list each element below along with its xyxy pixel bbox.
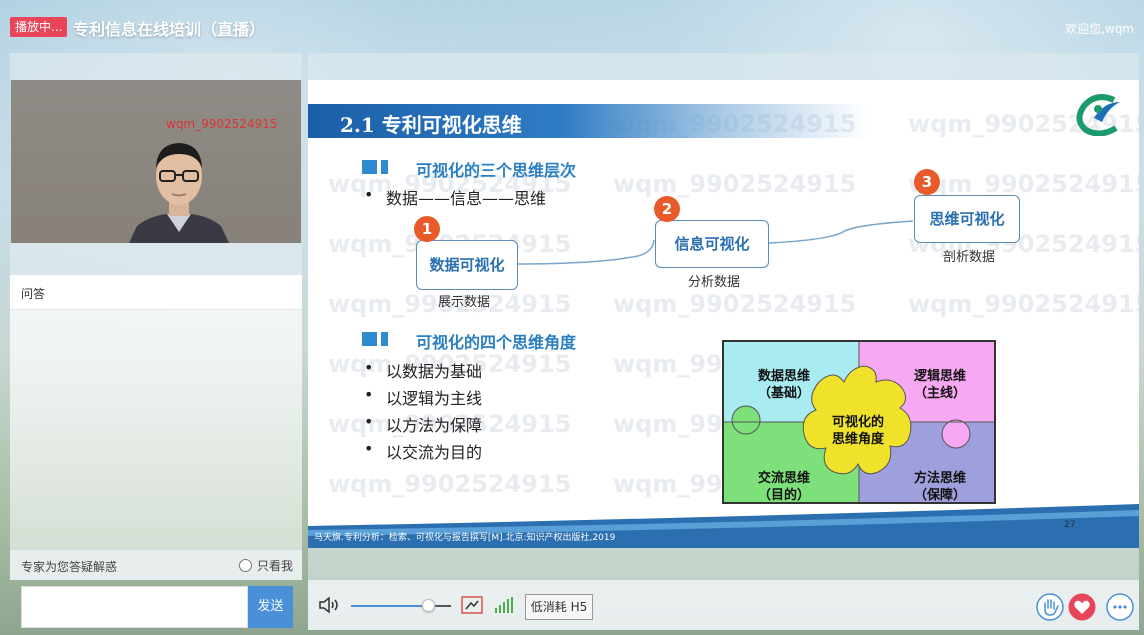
- live-status-badge: 播放中...: [10, 17, 68, 37]
- volume-slider-handle[interactable]: [422, 599, 435, 612]
- left-panel: wqm_9902524915 问答 专家为您答疑解惑 只看我 发送: [10, 53, 302, 630]
- qa-footer-bar: 专家为您答疑解惑 只看我: [10, 550, 302, 580]
- puzzle-bottom-left-title: 交流思维: [757, 471, 810, 486]
- slide-bottom-spacer: [308, 548, 1139, 580]
- player-control-bar: 低消耗 H5: [308, 580, 1139, 630]
- panel-spacer: [10, 53, 302, 80]
- flow-caption: 剖析数据: [943, 250, 996, 265]
- qa-tab-label: 问答: [21, 287, 46, 301]
- only-me-checkbox[interactable]: [238, 559, 252, 572]
- step-number-badge: 2: [654, 196, 680, 222]
- like-heart-icon[interactable]: [1068, 593, 1096, 621]
- puzzle-top-right-title: 逻辑思维: [913, 369, 966, 384]
- qa-tab[interactable]: 问答: [10, 275, 302, 310]
- puzzle-top-right-sub: （主线）: [913, 386, 966, 401]
- puzzle-center-sub: 思维角度: [831, 432, 884, 447]
- puzzle-bottom-right-title: 方法思维: [913, 471, 966, 486]
- slide-top-spacer: [308, 53, 1139, 80]
- flow-node-thinking-visualization: 思维可视化: [914, 195, 1020, 243]
- section-2-bullet: 以逻辑为主线: [364, 385, 482, 409]
- section-2-bullet: 以数据为基础: [364, 358, 482, 382]
- slide-page-number: 27: [1064, 520, 1076, 530]
- flow-node-information-visualization: 信息可视化: [655, 220, 769, 268]
- flow-node-data-visualization: 数据可视化: [416, 240, 518, 290]
- puzzle-center-title: 可视化的: [831, 415, 884, 430]
- screen-share-icon[interactable]: [461, 596, 483, 614]
- signal-icon: [495, 597, 513, 613]
- puzzle-top-left-sub: （基础）: [757, 386, 810, 401]
- slide-citation: 马天旗.专利分析：检索、可视化与报告撰写[M].北京:知识产权出版社,2019: [314, 533, 616, 543]
- expert-label: 专家为您答疑解惑: [21, 560, 118, 574]
- only-me-toggle[interactable]: 只看我: [238, 557, 293, 574]
- top-header: 播放中... 专利信息在线培训（直播） 欢迎您,wqm: [0, 0, 1144, 52]
- panel-spacer: [10, 243, 302, 275]
- flow-caption: 展示数据: [438, 295, 491, 310]
- qa-message-list[interactable]: [10, 310, 302, 550]
- send-button[interactable]: 发送: [248, 586, 293, 628]
- volume-slider-rest[interactable]: [436, 605, 451, 607]
- four-angles-puzzle-diagram: 数据思维 （基础） 逻辑思维 （主线） 交流思维 （目的） 方法思维 （保障） …: [722, 340, 996, 504]
- step-number-badge: 1: [414, 216, 440, 242]
- presenter-video[interactable]: wqm_9902524915: [11, 80, 301, 243]
- question-input[interactable]: [21, 586, 248, 628]
- presentation-slide: wqm_9902524915 wqm_9902524915 wqm_990252…: [308, 80, 1139, 548]
- puzzle-top-left-title: 数据思维: [757, 369, 810, 384]
- video-watermark: wqm_9902524915: [166, 117, 278, 131]
- only-me-label: 只看我: [256, 559, 293, 573]
- page-title: 专利信息在线培训（直播）: [73, 20, 266, 39]
- section-2-bullet: 以方法为保障: [364, 412, 482, 436]
- flow-caption: 分析数据: [688, 275, 741, 290]
- step-number-badge: 3: [914, 169, 940, 195]
- section-heading-2: 可视化的四个思维角度: [416, 333, 577, 352]
- welcome-user-text: 欢迎您,wqm: [1065, 22, 1134, 36]
- section-marker: [362, 332, 388, 346]
- low-consumption-mode-button[interactable]: 低消耗 H5: [525, 594, 593, 620]
- more-icon[interactable]: [1106, 593, 1134, 621]
- volume-icon[interactable]: [318, 596, 342, 614]
- section-2-bullet: 以交流为目的: [364, 439, 482, 463]
- raise-hand-icon[interactable]: [1036, 593, 1064, 621]
- presenter-figure: [129, 143, 229, 243]
